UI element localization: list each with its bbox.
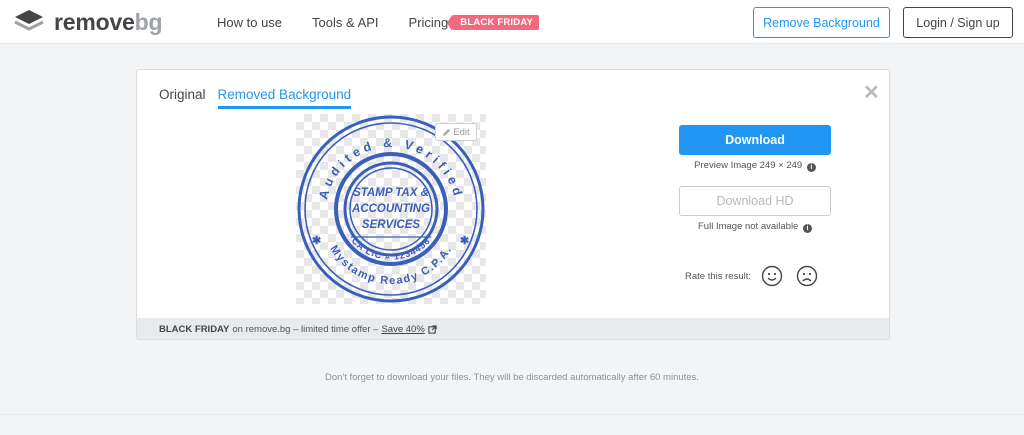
full-image-info: Full Image not available i (679, 221, 831, 233)
download-hd-button[interactable]: Download HD (679, 186, 831, 216)
main-nav: How to use Tools & API Pricing BLACK FRI… (217, 15, 569, 31)
logo-text: removebg (54, 8, 163, 36)
preview-image-info: Preview Image 249 × 249 i (679, 160, 831, 172)
tab-removed-background[interactable]: Removed Background (217, 87, 352, 109)
rate-result: Rate this result: (685, 265, 831, 287)
promo-bold: BLACK FRIDAY (159, 324, 230, 335)
remove-background-button[interactable]: Remove Background (753, 7, 890, 38)
result-tabs: Original Removed Background (159, 87, 352, 109)
logo-word-main: remove (54, 8, 135, 35)
edit-label: Edit (453, 126, 470, 138)
nav-pricing[interactable]: Pricing BLACK FRIDAY (408, 15, 540, 31)
close-icon[interactable]: ✕ (863, 80, 880, 105)
nav-how-to-use[interactable]: How to use (217, 15, 282, 30)
section-divider (0, 414, 1024, 415)
login-signup-button[interactable]: Login / Sign up (903, 7, 1013, 38)
stamp-star-left: ✱ (312, 235, 321, 247)
pencil-icon (443, 128, 451, 136)
promo-bar: BLACK FRIDAY on remove.bg – limited time… (137, 318, 889, 339)
hd-info-text: Full Image not available (698, 221, 799, 232)
rate-label: Rate this result: (685, 270, 751, 282)
happy-face-icon[interactable] (761, 265, 783, 287)
stamp-center-line-2: ACCOUNTING (351, 203, 430, 215)
discard-notice: Don't forget to download your files. The… (325, 372, 699, 383)
stamp-star-right: ✱ (460, 235, 469, 247)
promo-text: on remove.bg – limited time offer – (232, 324, 379, 335)
external-link-icon[interactable] (428, 325, 437, 334)
edit-button[interactable]: Edit (435, 123, 477, 141)
stamp-image: Audited & Verified Mystamp Ready C.P.A. … (297, 115, 485, 303)
result-preview-image: Audited & Verified Mystamp Ready C.P.A. … (296, 114, 486, 304)
stamp-center-line-1: STAMP TAX & (353, 187, 429, 199)
logo-word-accent: bg (134, 8, 163, 35)
info-icon[interactable]: i (802, 224, 812, 233)
result-card: Original Removed Background ✕ Audited & … (136, 69, 890, 340)
logo[interactable]: removebg (13, 8, 163, 36)
save-40-link[interactable]: Save 40% (381, 324, 424, 335)
info-icon[interactable]: i (806, 163, 816, 172)
nav-pricing-label: Pricing (408, 15, 449, 30)
top-navbar: removebg How to use Tools & API Pricing … (0, 0, 1024, 44)
nav-tools-api[interactable]: Tools & API (312, 15, 378, 30)
preview-info-text: Preview Image 249 × 249 (694, 160, 803, 171)
tab-original[interactable]: Original (159, 87, 206, 109)
stamp-center-line-3: SERVICES (362, 219, 420, 231)
download-button[interactable]: Download (679, 125, 831, 155)
layers-logo-icon (14, 10, 44, 31)
sad-face-icon[interactable] (796, 265, 818, 287)
black-friday-badge: BLACK FRIDAY (447, 15, 540, 31)
